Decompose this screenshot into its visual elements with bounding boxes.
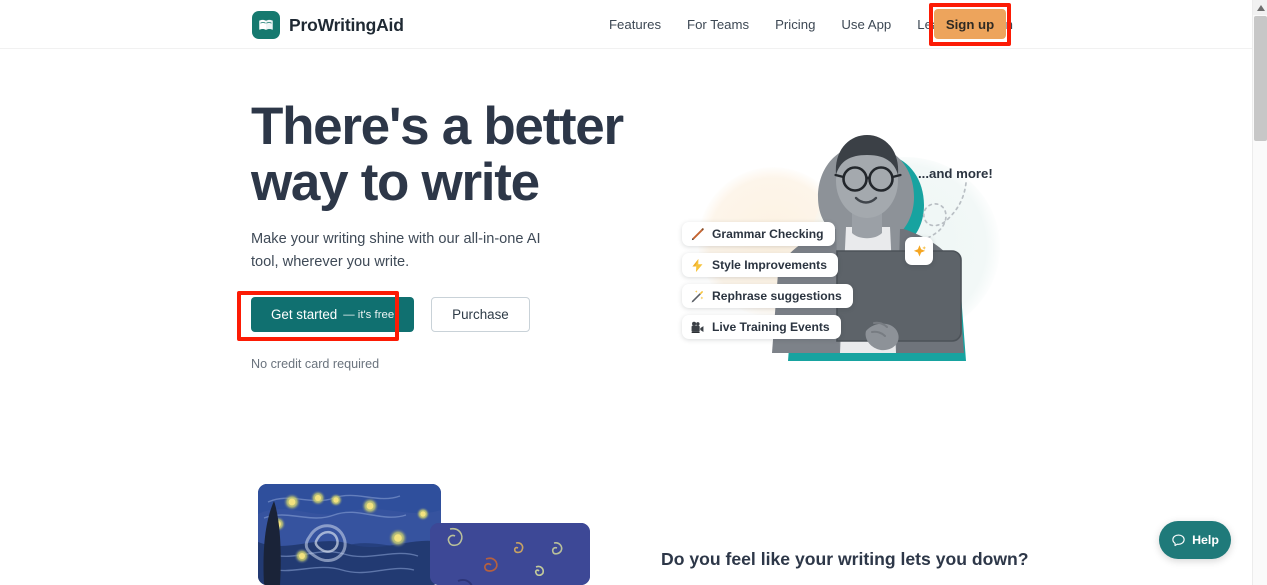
site-header: ProWritingAid Features For Teams Pricing… bbox=[0, 0, 1252, 49]
hero-title-line-1: There's a better bbox=[251, 97, 624, 156]
signup-button-container: Sign up bbox=[929, 3, 1011, 46]
hero-subtitle-line-2: wherever you write. bbox=[282, 254, 410, 270]
vertical-scrollbar[interactable] bbox=[1252, 0, 1267, 585]
feature-badge-label: Grammar Checking bbox=[712, 227, 824, 241]
feature-badge-grammar-checking[interactable]: Grammar Checking bbox=[682, 222, 835, 246]
nav-item-use-app[interactable]: Use App bbox=[828, 0, 904, 49]
and-more-annotation: ...and more! bbox=[918, 166, 993, 181]
feature-badge-rephrase-suggestions[interactable]: Rephrase suggestions bbox=[682, 284, 853, 308]
nav-item-for-teams[interactable]: For Teams bbox=[674, 0, 762, 49]
open-book-icon bbox=[252, 11, 280, 39]
hero-title-line-2: way to write bbox=[251, 153, 540, 212]
feature-badge-label: Rephrase suggestions bbox=[712, 289, 842, 303]
hero-subtitle: Make your writing shine with our all-in-… bbox=[251, 228, 571, 274]
brand-logo-link[interactable]: ProWritingAid bbox=[252, 11, 404, 39]
help-widget-button[interactable]: Help bbox=[1159, 521, 1231, 559]
pencil-icon bbox=[691, 227, 704, 240]
nav-item-pricing[interactable]: Pricing bbox=[762, 0, 828, 49]
sparkle-badge bbox=[905, 237, 933, 265]
get-started-button[interactable]: Get started — it's free bbox=[251, 297, 415, 332]
get-started-label: Get started bbox=[271, 307, 338, 322]
nav-item-features[interactable]: Features bbox=[596, 0, 674, 49]
brand-name: ProWritingAid bbox=[289, 14, 404, 35]
no-credit-card-note: No credit card required bbox=[251, 357, 380, 371]
help-widget-label: Help bbox=[1192, 533, 1219, 547]
hero-cta-row: Get started — it's free Purchase bbox=[251, 297, 530, 332]
feature-badge-label: Live Training Events bbox=[712, 320, 830, 334]
webpage: ProWritingAid Features For Teams Pricing… bbox=[0, 0, 1252, 585]
hero-illustration: ...and more! Grammar Checking Style Impr… bbox=[660, 105, 1005, 373]
starry-night-painting bbox=[258, 484, 441, 585]
browser-viewport: ProWritingAid Features For Teams Pricing… bbox=[0, 0, 1267, 585]
chat-bubble-icon bbox=[1172, 533, 1185, 546]
lightning-bolt-icon bbox=[692, 258, 703, 272]
scrollbar-thumb[interactable] bbox=[1254, 16, 1267, 141]
lower-section-heading: Do you feel like your writing lets you d… bbox=[661, 549, 1029, 569]
blue-swirls-panel bbox=[430, 523, 590, 585]
feature-badge-list: Grammar Checking Style Improvements Reph… bbox=[682, 222, 853, 339]
feature-badge-live-training-events[interactable]: Live Training Events bbox=[682, 315, 841, 339]
feature-badge-label: Style Improvements bbox=[712, 258, 827, 272]
page-title: There's a better way to write bbox=[251, 99, 651, 211]
scroll-up-arrow-icon[interactable] bbox=[1253, 0, 1267, 15]
get-started-free-note: — it's free bbox=[343, 308, 395, 321]
purchase-button[interactable]: Purchase bbox=[431, 297, 530, 332]
video-camera-icon bbox=[691, 321, 704, 333]
feature-badge-style-improvements[interactable]: Style Improvements bbox=[682, 253, 838, 277]
signup-button[interactable]: Sign up bbox=[934, 9, 1006, 39]
sparkle-icon bbox=[913, 244, 926, 256]
magic-wand-icon bbox=[691, 289, 704, 302]
